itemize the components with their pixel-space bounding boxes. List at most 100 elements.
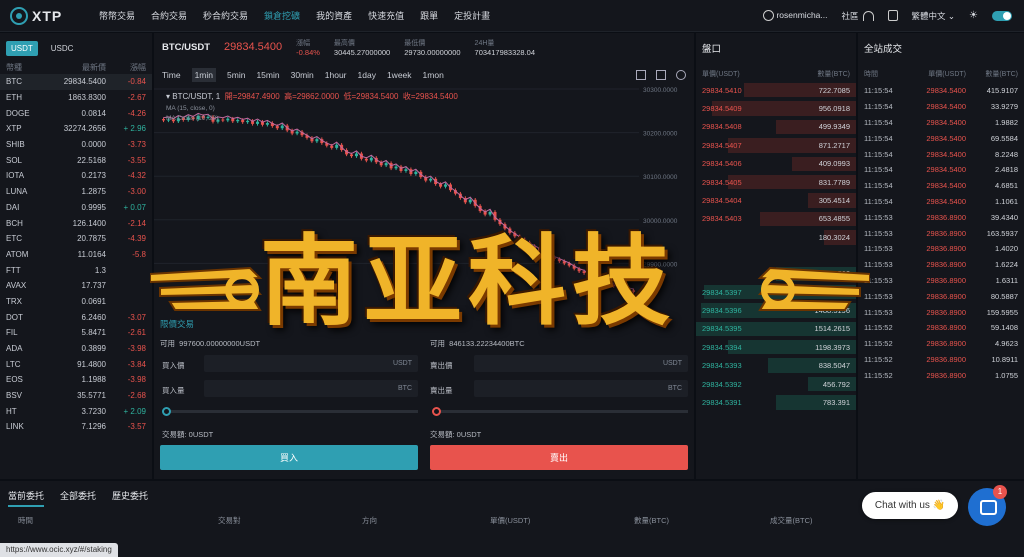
market-row[interactable]: BSV 35.5771 -2.68 xyxy=(0,388,152,404)
sell-button[interactable]: 賣出 xyxy=(430,445,688,470)
nav-item-3[interactable]: 鎖倉挖礦 xyxy=(264,9,300,22)
order-book-row[interactable]: 29834.5404 305.4514 xyxy=(696,191,856,209)
market-row[interactable]: TRX 0.0691 xyxy=(0,294,152,310)
market-price: 1.2875 xyxy=(81,187,106,197)
buy-qty-input[interactable]: BTC xyxy=(204,380,418,397)
trade-price: 29836.8900 xyxy=(926,323,966,333)
nav-item-1[interactable]: 合約交易 xyxy=(151,9,187,22)
trade-qty: 33.9279 xyxy=(990,102,1018,112)
market-row[interactable]: EOS 1.1988 -3.98 xyxy=(0,372,152,388)
order-book-row[interactable]: 29834.5407 871.2717 xyxy=(696,136,856,154)
tab-current-orders[interactable]: 當前委托 xyxy=(8,489,45,507)
market-symbol: FTT xyxy=(6,265,21,275)
market-change: -4.32 xyxy=(127,171,146,181)
timeframe-2[interactable]: 5min xyxy=(227,70,245,80)
trade-price: 29834.5400 xyxy=(926,165,966,175)
tab-history-orders[interactable]: 歷史委托 xyxy=(112,489,148,507)
order-book-row[interactable]: 29834.5405 831.7789 xyxy=(696,173,856,191)
order-book-row[interactable]: 29834.5408 499.9349 xyxy=(696,118,856,136)
sell-percent-slider[interactable] xyxy=(436,410,688,413)
market-row[interactable]: ETC 20.7875 -4.39 xyxy=(0,231,152,247)
timeframe-6[interactable]: 1day xyxy=(358,70,376,80)
market-row[interactable]: ADA 0.3899 -3.98 xyxy=(0,341,152,357)
timeframe-4[interactable]: 30min xyxy=(291,70,314,80)
market-symbol: SHIB xyxy=(6,140,25,150)
trade-time: 11:15:53 xyxy=(864,260,893,270)
nav-item-6[interactable]: 跟單 xyxy=(420,9,438,22)
settings-icon[interactable] xyxy=(676,70,686,80)
market-row[interactable]: HT 3.7230 + 2.09 xyxy=(0,403,152,419)
download-icon[interactable] xyxy=(887,10,898,21)
label: 漲幅 xyxy=(296,40,311,47)
timeframe-0[interactable]: Time xyxy=(162,70,181,80)
candle xyxy=(404,169,408,171)
timeframe-5[interactable]: 1hour xyxy=(325,70,347,80)
book-qty: 871.2717 xyxy=(818,140,850,150)
order-book-row[interactable]: 29834.5392 456.792 xyxy=(696,375,856,393)
market-row[interactable]: FIL 5.8471 -2.61 xyxy=(0,325,152,341)
market-row[interactable]: LTC 91.4800 -3.84 xyxy=(0,356,152,372)
tab-all-orders[interactable]: 全部委托 xyxy=(60,489,96,507)
market-row[interactable]: DOGE 0.0814 -4.26 xyxy=(0,105,152,121)
order-book-header: 單價(USDT) 數量(BTC) xyxy=(696,55,856,81)
chat-notification-badge: 1 xyxy=(993,485,1007,499)
order-book-row[interactable]: 29834.5409 956.0918 xyxy=(696,99,856,117)
buy-price-label: 買入價 xyxy=(162,361,185,370)
tab-usdc[interactable]: USDC xyxy=(46,41,79,56)
nav-item-7[interactable]: 定投計畫 xyxy=(454,9,490,22)
timeframe-1[interactable]: 1min xyxy=(191,68,217,82)
market-price: 91.4800 xyxy=(77,359,106,369)
sell-qty-input[interactable]: BTC xyxy=(474,380,688,397)
tab-usdt[interactable]: USDT xyxy=(6,41,38,56)
buy-slider-knob[interactable] xyxy=(162,407,171,416)
timeframe-7[interactable]: 1week xyxy=(387,70,412,80)
order-book-row[interactable]: 29834.5391 783.391 xyxy=(696,393,856,411)
ohlc-open: 開=29847.4900 xyxy=(224,92,280,101)
timeframe-8[interactable]: 1mon xyxy=(423,70,444,80)
fullscreen-icon[interactable] xyxy=(636,70,646,80)
market-row[interactable]: BTC 29834.5400 -0.84 xyxy=(0,74,152,90)
chat-with-us-button[interactable]: Chat with us 👋 xyxy=(862,492,958,519)
order-book-row[interactable]: 29834.5410 722.7085 xyxy=(696,81,856,99)
market-row[interactable]: ATOM 11.0164 -5.8 xyxy=(0,247,152,263)
language-select[interactable]: 繁體中文 ⌄ xyxy=(912,10,956,22)
market-change: -4.39 xyxy=(127,234,146,244)
logo[interactable]: XTP xyxy=(10,6,85,25)
nav-item-5[interactable]: 快速充值 xyxy=(368,9,404,22)
candle xyxy=(394,166,398,169)
candle xyxy=(265,123,269,125)
market-row[interactable]: DOT 6.2460 -3.07 xyxy=(0,309,152,325)
nav-item-2[interactable]: 秒合約交易 xyxy=(203,9,248,22)
market-row[interactable]: XTP 32274.2656 + 2.96 xyxy=(0,121,152,137)
market-price: 1863.8300 xyxy=(68,93,106,103)
market-row[interactable]: FTT 1.3 xyxy=(0,262,152,278)
indicator-icon[interactable] xyxy=(656,70,666,80)
market-symbol: BCH xyxy=(6,218,23,228)
market-row[interactable]: SHIB 0.0000 -3.73 xyxy=(0,137,152,153)
buy-percent-slider[interactable] xyxy=(166,410,418,413)
community-link[interactable]: 社區 xyxy=(842,10,874,22)
nav-item-0[interactable]: 幣幣交易 xyxy=(99,9,135,22)
buy-price-input[interactable]: USDT xyxy=(204,355,418,372)
timeframe-3[interactable]: 15min xyxy=(256,70,279,80)
market-row[interactable]: LINK 7.1296 -3.57 xyxy=(0,419,152,435)
trade-price: 29834.5400 xyxy=(926,196,966,206)
market-row[interactable]: LUNA 1.2875 -3.00 xyxy=(0,184,152,200)
sell-price-input[interactable]: USDT xyxy=(474,355,688,372)
user-menu[interactable]: rosenmicha... xyxy=(763,10,828,22)
theme-toggle[interactable] xyxy=(992,10,1012,21)
market-row[interactable]: IOTA 0.2173 -4.32 xyxy=(0,168,152,184)
market-row[interactable]: DAI 0.9995 + 0.07 xyxy=(0,200,152,216)
trade-row: 11:15:52 29836.8900 1.0755 xyxy=(858,367,1024,383)
market-row[interactable]: BCH 126.1400 -2.14 xyxy=(0,215,152,231)
trade-qty: 1.6224 xyxy=(995,260,1018,270)
market-row[interactable]: SOL 22.5168 -3.55 xyxy=(0,152,152,168)
market-row[interactable]: ETH 1863.8300 -2.67 xyxy=(0,90,152,106)
buy-button[interactable]: 買入 xyxy=(160,445,418,470)
sell-slider-knob[interactable] xyxy=(432,407,441,416)
market-row[interactable]: AVAX 17.737 xyxy=(0,278,152,294)
nav-item-4[interactable]: 我的資產 xyxy=(316,9,352,22)
order-book-row[interactable]: 29834.5406 409.0993 xyxy=(696,155,856,173)
order-book-row[interactable]: 29834.5393 838.5047 xyxy=(696,356,856,374)
market-symbol: ATOM xyxy=(6,249,29,259)
